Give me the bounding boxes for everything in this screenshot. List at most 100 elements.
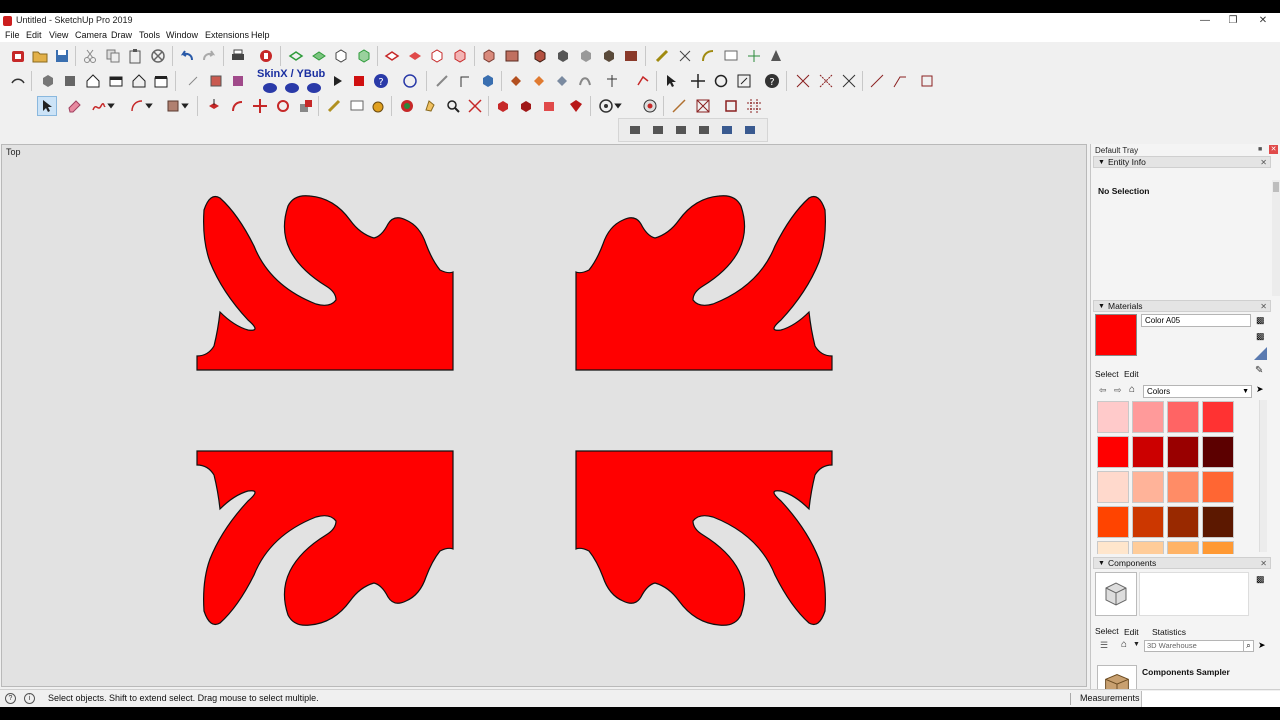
material-swatch[interactable] — [1132, 401, 1164, 433]
paint-mixed-icon[interactable] — [552, 71, 572, 91]
material-swatch[interactable] — [1167, 401, 1199, 433]
entity-info-scrollbar[interactable] — [1272, 180, 1280, 296]
back-edges-style-icon[interactable] — [502, 46, 522, 66]
freehand-dropdown-icon[interactable] — [106, 96, 116, 116]
components-tab-statistics[interactable]: Statistics — [1152, 627, 1186, 637]
layer-tool-5-icon[interactable] — [717, 120, 737, 140]
text-tool-icon[interactable] — [721, 46, 741, 66]
store-icon[interactable] — [151, 71, 171, 91]
scale-icon[interactable] — [734, 71, 754, 91]
components-tab-edit[interactable]: Edit — [1124, 627, 1139, 637]
details-arrow-icon[interactable]: ➤ — [1256, 384, 1264, 395]
drawing-canvas[interactable] — [2, 145, 1087, 687]
menu-window[interactable]: Window — [166, 30, 198, 40]
model-info-icon[interactable] — [256, 46, 276, 66]
extension-ruby-icon[interactable] — [566, 96, 586, 116]
eraser-icon[interactable] — [64, 96, 84, 116]
shape-dropdown-icon[interactable] — [180, 96, 190, 116]
components-home-icon[interactable]: ⌂ — [1121, 639, 1127, 650]
layer-tool-6-icon[interactable] — [740, 120, 760, 140]
move-icon[interactable] — [688, 71, 708, 91]
diagonal-line-icon[interactable] — [669, 96, 689, 116]
wireframe-style-icon[interactable] — [530, 46, 550, 66]
eyedropper-icon[interactable]: ✎ — [1255, 365, 1263, 376]
select-arrow-icon[interactable] — [661, 71, 681, 91]
follow-me-icon[interactable] — [455, 71, 475, 91]
components-sampler-title[interactable]: Components Sampler — [1142, 667, 1230, 677]
components-header[interactable]: ▼ Components ✕ — [1093, 557, 1271, 569]
stop-icon[interactable] — [349, 71, 369, 91]
restore-icon[interactable]: ❐ — [1218, 13, 1248, 29]
fredo-tools-icon[interactable] — [400, 71, 420, 91]
copy-icon[interactable] — [103, 46, 123, 66]
menu-edit[interactable]: Edit — [26, 30, 42, 40]
xray-style-icon[interactable] — [479, 46, 499, 66]
textured-style-icon[interactable] — [599, 46, 619, 66]
shaded-style-icon[interactable] — [576, 46, 596, 66]
material-library-select[interactable]: Colors ▼ — [1143, 385, 1252, 398]
component-thumbnail[interactable] — [1095, 572, 1137, 616]
axes-icon[interactable] — [744, 46, 764, 66]
play-icon[interactable] — [327, 71, 347, 91]
material-swatch[interactable] — [1202, 506, 1234, 538]
monochrome-style-icon[interactable] — [621, 46, 641, 66]
section-plane-icon[interactable] — [382, 46, 402, 66]
material-swatch[interactable] — [1167, 506, 1199, 538]
iso-view-icon[interactable] — [286, 46, 306, 66]
pan-icon[interactable] — [420, 96, 440, 116]
current-material-swatch[interactable] — [1095, 314, 1137, 356]
protractor-icon[interactable] — [698, 46, 718, 66]
section-cut-icon[interactable] — [427, 46, 447, 66]
curve-ext-icon[interactable] — [575, 71, 595, 91]
components-dropdown-icon[interactable]: ▼ — [1133, 641, 1140, 648]
panel-close-icon[interactable]: ✕ — [1260, 157, 1267, 168]
geo-dropdown-icon[interactable] — [613, 96, 623, 116]
sun-shadow-icon[interactable] — [640, 96, 660, 116]
material-swatch[interactable] — [1132, 541, 1164, 554]
box-frame-icon[interactable] — [721, 96, 741, 116]
help-question-icon[interactable]: ? — [371, 71, 391, 91]
warehouse-icon[interactable] — [38, 71, 58, 91]
rotate-ext-icon[interactable] — [183, 71, 203, 91]
draw-line-red-icon[interactable] — [633, 71, 653, 91]
top-view-icon[interactable] — [309, 46, 329, 66]
section-fill-icon[interactable] — [405, 46, 425, 66]
menu-extensions[interactable]: Extensions — [205, 30, 249, 40]
open-folder-icon[interactable] — [30, 46, 50, 66]
solid-tools-icon[interactable] — [206, 71, 226, 91]
layer-tool-3-icon[interactable] — [671, 120, 691, 140]
print-icon[interactable] — [228, 46, 248, 66]
pencil-line-icon[interactable] — [432, 71, 452, 91]
3d-text-icon[interactable] — [766, 46, 786, 66]
materials-header[interactable]: ▼ Materials ✕ — [1093, 300, 1271, 312]
components-red-icon[interactable] — [516, 96, 536, 116]
save-icon[interactable] — [52, 46, 72, 66]
material-swatch[interactable] — [1167, 541, 1199, 554]
tray-close-icon[interactable]: ✕ — [1269, 145, 1278, 154]
line-ext-2-icon[interactable] — [890, 71, 910, 91]
components-tab-select[interactable]: Select — [1095, 626, 1119, 636]
arc-toolbar-icon[interactable] — [8, 71, 28, 91]
paste-icon[interactable] — [125, 46, 145, 66]
material-swatch[interactable] — [1132, 471, 1164, 503]
tray-pin-icon[interactable]: ■ — [1258, 146, 1262, 153]
orbit-icon[interactable] — [397, 96, 417, 116]
create-material-icon[interactable]: ▩ — [1256, 315, 1265, 326]
panel-close-icon[interactable]: ✕ — [1260, 558, 1267, 569]
swatch-scrollbar[interactable] — [1259, 400, 1267, 552]
box-cross-icon[interactable] — [693, 96, 713, 116]
shape-top-left[interactable] — [196, 195, 454, 371]
grid-frame-icon[interactable] — [744, 96, 764, 116]
materials-tab-select[interactable]: Select — [1095, 369, 1119, 379]
shape-bottom-left[interactable] — [196, 450, 454, 626]
library-home-icon[interactable]: ⌂ — [1129, 384, 1135, 395]
menu-file[interactable]: File — [5, 30, 20, 40]
rotate-icon[interactable] — [711, 71, 731, 91]
cross-3-icon[interactable] — [839, 71, 859, 91]
material-name-field[interactable]: Color A05 — [1141, 314, 1251, 327]
entity-info-header[interactable]: ▼ Entity Info ✕ — [1093, 156, 1271, 168]
menu-draw[interactable]: Draw — [111, 30, 132, 40]
push-pull-icon[interactable] — [204, 96, 224, 116]
front-view-icon[interactable] — [331, 46, 351, 66]
panel-close-icon[interactable]: ✕ — [1260, 301, 1267, 312]
